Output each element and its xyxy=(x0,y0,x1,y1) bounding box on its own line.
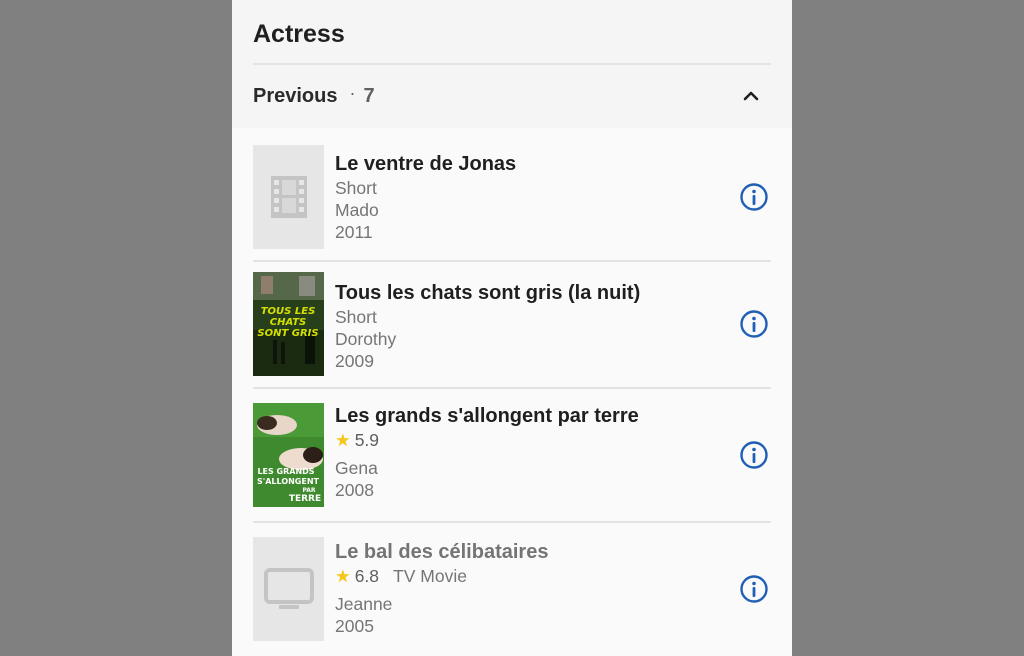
item-role: Gena xyxy=(335,458,378,478)
item-details: Le ventre de Jonas Short Mado 2011 xyxy=(335,151,516,243)
info-icon[interactable] xyxy=(739,182,769,212)
poster-image[interactable]: TOUS LES CHATS SONT GRIS xyxy=(253,272,324,376)
star-icon: ★ xyxy=(335,430,351,450)
list-item[interactable]: Le bal des célibataires ★ 6.8 TV Movie Jea… xyxy=(253,537,771,643)
item-divider xyxy=(253,387,771,389)
item-title[interactable]: Le bal des célibataires xyxy=(335,539,548,565)
poster-text: TERRE xyxy=(289,494,321,504)
poster-text: SONT GRIS xyxy=(257,328,318,339)
poster-text: TOUS LES xyxy=(261,306,316,317)
poster-text: S'ALLONGENT xyxy=(257,477,320,486)
star-icon: ★ xyxy=(335,566,351,586)
filmography-panel: Actress Previous · 7 Le ventre de Jonas … xyxy=(232,0,792,656)
item-divider xyxy=(253,260,771,262)
item-role: Jeanne xyxy=(335,594,393,614)
item-title[interactable]: Le ventre de Jonas xyxy=(335,151,516,177)
item-year: 2009 xyxy=(335,351,374,371)
info-icon[interactable] xyxy=(739,309,769,339)
tv-placeholder-icon[interactable] xyxy=(253,537,324,641)
film-placeholder-icon[interactable] xyxy=(253,145,324,249)
item-type: TV Movie xyxy=(393,566,467,586)
section-divider xyxy=(253,63,771,65)
info-icon[interactable] xyxy=(739,574,769,604)
item-title[interactable]: Les grands s'allongent par terre xyxy=(335,403,639,429)
item-role: Dorothy xyxy=(335,329,397,349)
item-role: Mado xyxy=(335,200,379,220)
item-type: Short xyxy=(335,307,377,327)
item-year: 2008 xyxy=(335,480,374,500)
rating-value: 5.9 xyxy=(354,430,380,450)
rating-value: 6.8 xyxy=(354,566,380,586)
poster-text: PAR xyxy=(302,487,315,494)
chevron-up-icon[interactable] xyxy=(739,84,763,108)
item-title[interactable]: Tous les chats sont gris (la nuit) xyxy=(335,280,640,306)
item-details: Tous les chats sont gris (la nuit) Short… xyxy=(335,280,640,372)
previous-group-header[interactable]: Previous · 7 xyxy=(253,68,771,124)
list-item[interactable]: TOUS LES CHATS SONT GRIS Tous les chats … xyxy=(253,272,771,378)
item-type: Short xyxy=(335,178,377,198)
item-divider xyxy=(253,521,771,523)
item-rating: ★ 5.9 xyxy=(335,429,639,451)
poster-text: CHATS xyxy=(270,317,307,328)
group-separator: · xyxy=(349,82,356,103)
poster-image[interactable]: LES GRANDS S'ALLONGENT PAR TERRE xyxy=(253,403,324,507)
item-rating: ★ 6.8 TV Movie xyxy=(335,565,548,587)
item-year: 2005 xyxy=(335,616,374,636)
list-item[interactable]: Le ventre de Jonas Short Mado 2011 xyxy=(253,145,771,251)
section-title: Actress xyxy=(253,20,345,48)
info-icon[interactable] xyxy=(739,440,769,470)
item-year: 2011 xyxy=(335,222,373,242)
group-label: Previous xyxy=(253,84,338,107)
item-details: Les grands s'allongent par terre ★ 5.9 Ge… xyxy=(335,403,639,501)
list-item[interactable]: LES GRANDS S'ALLONGENT PAR TERRE Les gra… xyxy=(253,403,771,509)
group-count: 7 xyxy=(363,84,375,107)
poster-text: LES GRANDS xyxy=(257,467,314,476)
item-details: Le bal des célibataires ★ 6.8 TV Movie Jea… xyxy=(335,539,548,637)
